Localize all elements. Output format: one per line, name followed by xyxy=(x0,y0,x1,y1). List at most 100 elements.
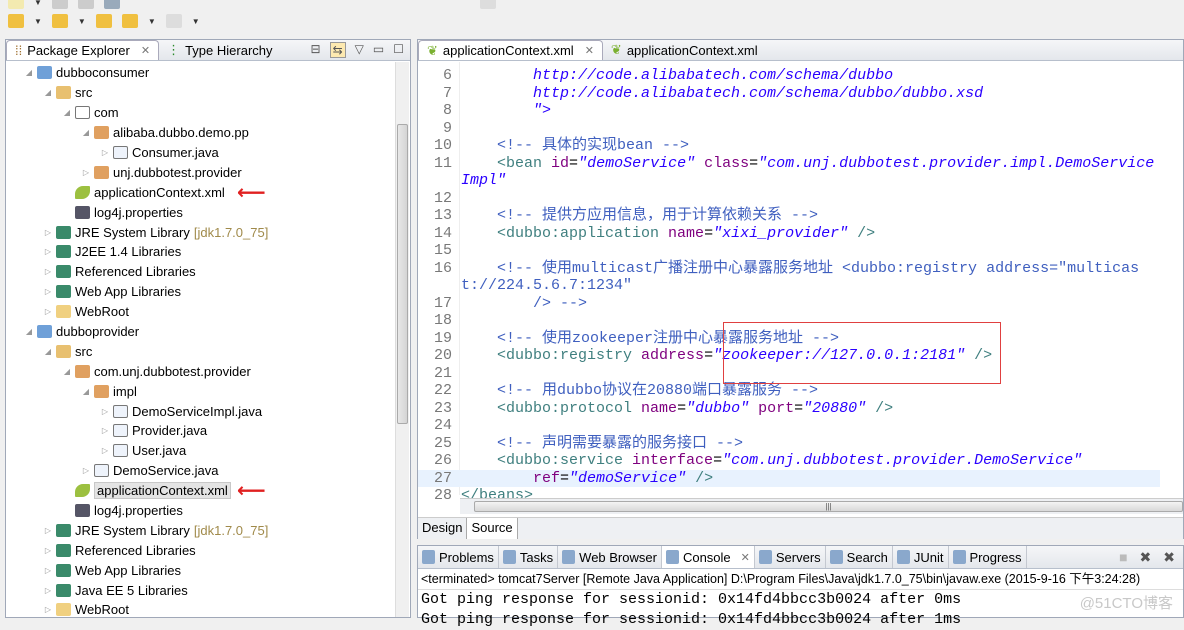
tree-item[interactable]: ▷ DemoServiceImpl.java xyxy=(6,401,396,421)
dropdown-icon[interactable]: ▼ xyxy=(192,17,200,26)
remove-launch-icon[interactable]: ✖ xyxy=(1140,549,1152,566)
close-icon[interactable]: ✕ xyxy=(141,44,150,57)
collapsed-arrow-icon[interactable]: ▷ xyxy=(43,247,53,256)
tree-item[interactable]: ▷ User.java xyxy=(6,441,396,461)
expanded-arrow-icon[interactable]: ◢ xyxy=(62,108,72,117)
collapsed-arrow-icon[interactable]: ▷ xyxy=(43,228,53,237)
tab-tasks[interactable]: Tasks xyxy=(499,546,559,568)
tree-item[interactable]: ▷ Provider.java xyxy=(6,421,396,441)
tree-item[interactable]: ◢ alibaba.dubbo.demo.pp xyxy=(6,123,396,143)
terminate-icon[interactable]: ■ xyxy=(1119,549,1127,566)
code-line[interactable]: 7 http://code.alibabatech.com/schema/dub… xyxy=(418,85,1160,103)
tree-item[interactable]: ◢ impl xyxy=(6,381,396,401)
tab-problems[interactable]: Problems xyxy=(418,546,499,568)
expanded-arrow-icon[interactable]: ◢ xyxy=(81,387,91,396)
editor-tab[interactable]: ❦ applicationContext.xml xyxy=(603,40,766,60)
expanded-arrow-icon[interactable]: ◢ xyxy=(24,327,34,336)
tab-type-hierarchy[interactable]: ⋮ Type Hierarchy xyxy=(159,40,280,60)
tree-item[interactable]: ▷ JRE System Library [jdk1.7.0_75] xyxy=(6,222,396,242)
editor-hscrollbar[interactable]: ||| xyxy=(460,498,1183,514)
expanded-arrow-icon[interactable]: ◢ xyxy=(43,347,53,356)
tab-progress[interactable]: Progress xyxy=(949,546,1027,568)
forward-icon[interactable] xyxy=(165,14,182,28)
tab-package-explorer[interactable]: ⁞⁞ Package Explorer ✕ xyxy=(6,40,160,60)
tree-item[interactable]: applicationContext.xml ⟵ xyxy=(6,182,396,204)
dropdown-icon[interactable]: ▼ xyxy=(34,17,42,26)
dropdown-icon[interactable]: ▼ xyxy=(148,17,156,26)
collapsed-arrow-icon[interactable]: ▷ xyxy=(43,287,53,296)
code-line[interactable]: 13 <!-- 提供方应用信息，用于计算依赖关系 --> xyxy=(418,207,1160,225)
back-icon[interactable] xyxy=(121,14,138,28)
dropdown-icon[interactable]: ▼ xyxy=(78,17,86,26)
code-line[interactable]: 8 "> xyxy=(418,102,1160,120)
tab-design[interactable]: Design xyxy=(418,518,468,539)
tree-item[interactable]: ▷ Web App Libraries xyxy=(6,560,396,580)
code-line[interactable]: 27 ref="demoService" /> xyxy=(418,469,1160,487)
view-menu-icon[interactable]: ▽ xyxy=(355,42,364,58)
close-icon[interactable]: ✕ xyxy=(585,44,594,57)
code-line[interactable]: 6 http://code.alibabatech.com/schema/dub… xyxy=(418,67,1160,85)
collapsed-arrow-icon[interactable]: ▷ xyxy=(100,446,110,455)
expanded-arrow-icon[interactable]: ◢ xyxy=(81,128,91,137)
tree-item[interactable]: ▷ Java EE 5 Libraries xyxy=(6,580,396,600)
tree-item[interactable]: ▷ J2EE 1.4 Libraries xyxy=(6,242,396,262)
collapsed-arrow-icon[interactable]: ▷ xyxy=(81,168,91,177)
code-line[interactable]: 23 <dubbo:protocol name="dubbo" port="20… xyxy=(418,400,1160,418)
new-icon[interactable] xyxy=(8,0,24,9)
next-annotation-icon[interactable] xyxy=(8,14,24,28)
collapsed-arrow-icon[interactable]: ▷ xyxy=(43,566,53,575)
tree-item[interactable]: ▷ Consumer.java xyxy=(6,143,396,163)
scrollbar-thumb[interactable]: ||| xyxy=(474,501,1183,512)
binary-icon[interactable] xyxy=(479,0,496,9)
expanded-arrow-icon[interactable]: ◢ xyxy=(62,367,72,376)
code-line[interactable]: 24 xyxy=(418,417,1160,435)
collapsed-arrow-icon[interactable]: ▷ xyxy=(43,586,53,595)
prev-annotation-icon[interactable] xyxy=(51,14,68,28)
close-icon[interactable]: ✕ xyxy=(741,551,750,564)
collapsed-arrow-icon[interactable]: ▷ xyxy=(43,526,53,535)
print-icon[interactable] xyxy=(103,0,120,9)
maximize-icon[interactable]: ☐ xyxy=(393,42,404,58)
tree-scrollbar[interactable] xyxy=(395,62,409,617)
expanded-arrow-icon[interactable]: ◢ xyxy=(24,68,34,77)
tree-item[interactable]: ▷ DemoService.java xyxy=(6,461,396,481)
tree-item[interactable]: ◢ dubboconsumer xyxy=(6,63,396,83)
collapsed-arrow-icon[interactable]: ▷ xyxy=(100,426,110,435)
code-line[interactable]: 15 xyxy=(418,242,1160,260)
last-edit-icon[interactable] xyxy=(95,14,112,28)
collapsed-arrow-icon[interactable]: ▷ xyxy=(43,546,53,555)
tree-item[interactable]: ◢ src xyxy=(6,341,396,361)
code-line[interactable]: 22 <!-- 用dubbo协议在20880端口暴露服务 --> xyxy=(418,382,1160,400)
scrollbar-thumb[interactable] xyxy=(397,124,408,424)
tab-source[interactable]: Source xyxy=(467,518,518,539)
collapsed-arrow-icon[interactable]: ▷ xyxy=(100,407,110,416)
dropdown-icon[interactable]: ▼ xyxy=(34,0,42,7)
save-icon[interactable] xyxy=(51,0,68,9)
tree-item[interactable]: ◢ src xyxy=(6,83,396,103)
tree-item[interactable]: ▷ Referenced Libraries xyxy=(6,540,396,560)
code-line[interactable]: 9 xyxy=(418,120,1160,138)
tree-item[interactable]: ◢ com.unj.dubbotest.provider xyxy=(6,361,396,381)
code-line[interactable]: 14 <dubbo:application name="xixi_provide… xyxy=(418,225,1160,243)
code-line[interactable]: 17 /> --> xyxy=(418,295,1160,313)
tree-item[interactable]: log4j.properties xyxy=(6,501,396,521)
tree-item[interactable]: ▷ JRE System Library [jdk1.7.0_75] xyxy=(6,520,396,540)
tree-item[interactable]: ◢ dubboprovider xyxy=(6,322,396,342)
tree-item[interactable]: log4j.properties xyxy=(6,202,396,222)
tree-item[interactable]: ▷ WebRoot xyxy=(6,600,396,620)
tab-junit[interactable]: JUnit xyxy=(893,546,949,568)
editor-tab-active[interactable]: ❦ applicationContext.xml ✕ xyxy=(418,40,603,60)
code-line[interactable]: 16 <!-- 使用multicast广播注册中心暴露服务地址 <dubbo:r… xyxy=(418,260,1160,295)
tab-search[interactable]: Search xyxy=(826,546,893,568)
tree-item[interactable]: ◢ com xyxy=(6,103,396,123)
tree-item[interactable]: ▷ unj.dubbotest.provider xyxy=(6,162,396,182)
collapsed-arrow-icon[interactable]: ▷ xyxy=(81,466,91,475)
collapsed-arrow-icon[interactable]: ▷ xyxy=(43,605,53,614)
collapsed-arrow-icon[interactable]: ▷ xyxy=(100,148,110,157)
tab-console[interactable]: Console ✕ xyxy=(661,546,755,568)
code-line[interactable]: 11 <bean id="demoService" class="com.unj… xyxy=(418,155,1160,190)
expanded-arrow-icon[interactable]: ◢ xyxy=(43,88,53,97)
code-line[interactable]: 25 <!-- 声明需要暴露的服务接口 --> xyxy=(418,435,1160,453)
collapsed-arrow-icon[interactable]: ▷ xyxy=(43,267,53,276)
save-all-icon[interactable] xyxy=(77,0,94,9)
